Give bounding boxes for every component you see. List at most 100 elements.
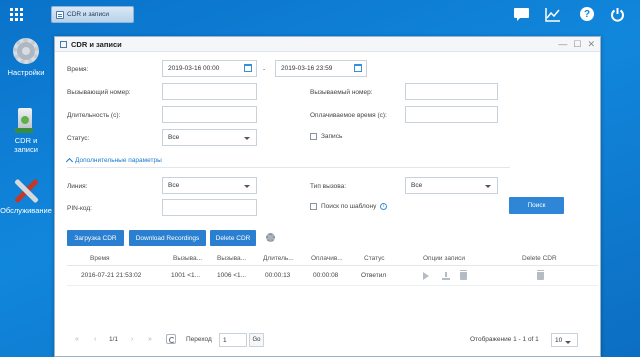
table-header: Время Вызыва... Вызыва... Длитель... Опл…: [67, 251, 598, 266]
desktop-service-label: Обслуживание: [0, 206, 52, 215]
pattern-search-label: Поиск по шаблону: [321, 203, 377, 210]
time-label: Время:: [67, 66, 89, 73]
duration-input[interactable]: [162, 106, 257, 123]
table-row[interactable]: 2016-07-21 21:53:02 1001 <1... 1006 <1..…: [67, 266, 598, 286]
callee-input[interactable]: [405, 83, 498, 100]
refresh-icon[interactable]: [166, 334, 176, 344]
billable-input[interactable]: [405, 106, 498, 123]
window-titlebar[interactable]: CDR и записи — ☐ ✕: [55, 37, 600, 52]
download-icon[interactable]: [442, 266, 450, 285]
pattern-search-checkbox[interactable]: Поиск по шаблону i: [310, 203, 388, 210]
cell-status: Ответил: [361, 272, 387, 279]
play-icon[interactable]: [423, 266, 429, 285]
close-icon[interactable]: ✕: [587, 39, 595, 49]
pin-label: PIN-код:: [67, 205, 92, 212]
goto-page-input[interactable]: 1: [219, 333, 247, 347]
column-header-caller[interactable]: Вызыва...: [173, 251, 209, 265]
page-size-value: 10: [555, 336, 563, 344]
advanced-params-label: Дополнительные параметры: [75, 156, 162, 164]
cdr-table: Время Вызыва... Вызыва... Длитель... Опл…: [67, 251, 598, 286]
chevron-up-icon: [65, 157, 74, 166]
desktop-settings-label: Настройки: [7, 68, 45, 77]
taskbar: CDR и записи ?: [0, 0, 640, 30]
page-size-select[interactable]: 10: [551, 333, 578, 347]
chat-icon[interactable]: [514, 7, 529, 22]
go-button[interactable]: Go: [249, 333, 264, 347]
pin-input[interactable]: [162, 199, 257, 216]
desktop-cdr-label: CDR и записи: [14, 136, 38, 154]
checkbox-box[interactable]: [310, 133, 317, 140]
calendar-icon[interactable]: [354, 64, 362, 72]
time-to-value: 2019-03-16 23:59: [281, 65, 333, 72]
trash-icon[interactable]: [460, 266, 467, 285]
column-header-time[interactable]: Время: [90, 251, 110, 265]
power-icon[interactable]: [610, 7, 625, 22]
time-to-input[interactable]: 2019-03-16 23:59: [275, 60, 367, 77]
cell-time: 2016-07-21 21:53:02: [81, 272, 142, 279]
status-label: Статус:: [67, 135, 90, 142]
upload-cdr-button[interactable]: Загрузка CDR: [67, 230, 124, 246]
column-header-record-options: Опции записи: [423, 254, 465, 262]
line-label: Линия:: [67, 183, 88, 190]
status-select[interactable]: Все: [162, 129, 257, 146]
advanced-params-toggle[interactable]: Дополнительные параметры: [65, 156, 162, 166]
call-type-select-value: Все: [411, 182, 423, 189]
caller-label: Вызывающий номер:: [67, 89, 131, 96]
maximize-icon[interactable]: ☐: [573, 39, 581, 49]
status-select-value: Все: [168, 134, 180, 141]
cell-billable: 00:00:08: [313, 272, 339, 279]
column-header-delete-cdr: Delete CDR: [522, 254, 557, 262]
cdr-window: CDR и записи — ☐ ✕ Время: 2019-03-16 00:…: [54, 36, 601, 357]
cdr-window-icon: [60, 40, 67, 48]
call-type-select[interactable]: Все: [405, 177, 498, 194]
column-header-billable[interactable]: Оплачив...: [311, 251, 349, 265]
caller-input[interactable]: [162, 83, 257, 100]
line-select-value: Все: [168, 182, 180, 189]
pagination: « ‹ 1/1 › » Переход 1 Go Отображение 1 -…: [67, 333, 598, 349]
wrench-screwdriver-icon: [12, 176, 40, 204]
column-header-callee[interactable]: Вызыва...: [217, 251, 253, 265]
minimize-icon[interactable]: —: [558, 39, 567, 49]
time-from-value: 2019-03-16 00:00: [168, 65, 220, 72]
window-title: CDR и записи: [71, 39, 122, 49]
cdr-window-icon: [56, 10, 64, 19]
delete-cdr-trash-icon[interactable]: [537, 266, 544, 285]
cell-callee: 1006 <1...: [217, 272, 247, 279]
download-recordings-button[interactable]: Download Recordings: [129, 230, 206, 246]
duration-label: Длительность (с):: [67, 112, 121, 119]
desktop-settings[interactable]: Настройки: [0, 38, 52, 77]
help-icon[interactable]: ?: [580, 7, 594, 21]
display-info: Отображение 1 - 1 of 1: [470, 336, 539, 343]
goto-label: Переход: [186, 336, 212, 343]
record-checkbox-label: Запись: [321, 133, 343, 140]
cdr-disk-icon: [12, 106, 40, 134]
checkbox-box[interactable]: [310, 203, 317, 210]
desktop-service[interactable]: Обслуживание: [0, 176, 52, 215]
line-select[interactable]: Все: [162, 177, 257, 194]
gear-icon[interactable]: [266, 233, 275, 242]
record-checkbox[interactable]: Запись: [310, 133, 342, 140]
info-icon[interactable]: i: [380, 203, 388, 210]
settings-gear-icon: [12, 38, 40, 66]
prev-page-icon[interactable]: ‹: [94, 336, 96, 343]
calendar-icon[interactable]: [244, 64, 252, 72]
page-info: 1/1: [109, 336, 119, 343]
last-page-icon[interactable]: »: [148, 336, 152, 343]
taskbar-tab-cdr[interactable]: CDR и записи: [51, 6, 134, 23]
first-page-icon[interactable]: «: [75, 336, 79, 343]
next-page-icon[interactable]: ›: [131, 336, 133, 343]
search-button[interactable]: Поиск: [509, 197, 564, 214]
callee-label: Вызываемый номер:: [310, 89, 373, 96]
divider: [67, 167, 510, 168]
taskbar-tab-label: CDR и записи: [67, 11, 109, 18]
delete-cdr-button[interactable]: Delete CDR: [210, 230, 256, 246]
stats-chart-icon[interactable]: [545, 7, 560, 22]
apps-grid-icon[interactable]: [10, 8, 23, 21]
column-header-status[interactable]: Статус: [364, 251, 385, 265]
desktop-cdr[interactable]: CDR и записи: [0, 106, 52, 154]
billable-label: Оплачиваемое время (с):: [310, 112, 387, 119]
time-from-input[interactable]: 2019-03-16 00:00: [162, 60, 257, 77]
time-separator: -: [263, 66, 266, 73]
column-header-duration[interactable]: Длитель...: [263, 251, 301, 265]
call-type-label: Тип вызова:: [310, 183, 347, 190]
